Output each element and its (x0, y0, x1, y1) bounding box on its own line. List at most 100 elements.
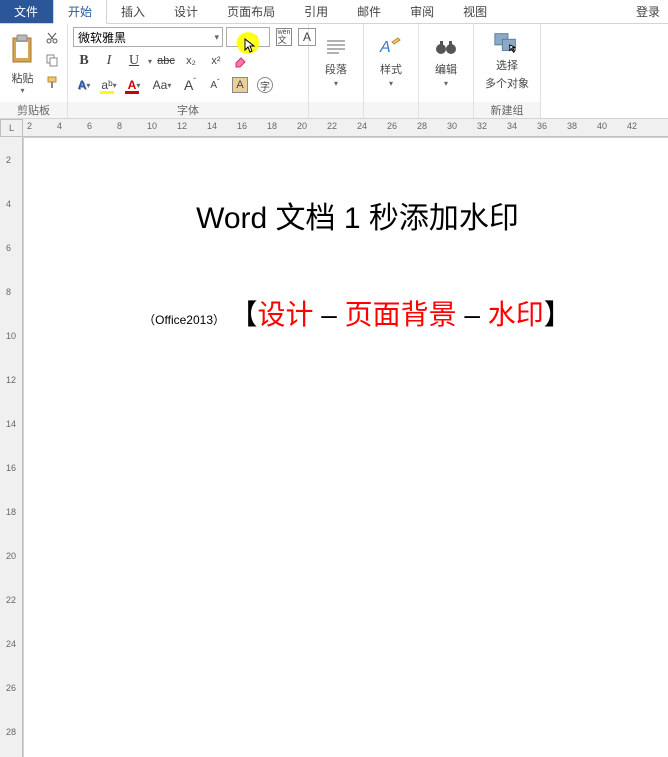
strike-button[interactable]: abc (155, 51, 177, 71)
tab-design[interactable]: 设计 (160, 0, 213, 23)
ribbon-tabs: 文件 开始 插入 设计 页面布局 引用 邮件 审阅 视图 登录 (0, 0, 668, 24)
font-color-button[interactable]: A▾ (123, 75, 145, 95)
login-link[interactable]: 登录 (636, 0, 660, 24)
doc-red-3: 水印 (488, 299, 544, 330)
case-glyph: Aa (153, 78, 168, 92)
clipboard-icon (7, 34, 39, 66)
group-font: 微软雅黑 一▾ wén文 A B I U ▾ abc x₂ x² A▾ aᵇ▾ (68, 24, 309, 118)
styles-icon: A (377, 35, 405, 59)
paragraph-button[interactable]: 段落 ▾ (314, 27, 358, 95)
select-multiple-button[interactable]: 选择 多个对象 (479, 27, 535, 95)
chevron-down-icon: ▾ (253, 33, 257, 42)
chevron-down-icon: ▾ (113, 81, 117, 90)
highlight-glyph: aᵇ (101, 78, 112, 92)
ruler-tick: 20 (297, 121, 307, 131)
font-name-combo[interactable]: 微软雅黑 (73, 27, 223, 47)
group-editing: 编辑 ▾ (419, 24, 474, 118)
phonetic-guide-button[interactable]: wén文 (273, 27, 295, 47)
styles-label: 样式 (380, 61, 402, 77)
ruler-tick: 16 (237, 121, 247, 131)
shrink-font-button[interactable]: Aˇ (204, 75, 226, 95)
horizontal-ruler[interactable]: 24681012141618202224262830323436384042 (23, 119, 668, 137)
tab-insert[interactable]: 插入 (107, 0, 160, 23)
ruler-tick: 32 (477, 121, 487, 131)
ruler-tick: 8 (117, 121, 122, 131)
document-page[interactable]: Word 文档 1 秒添加水印 （Office2013） 【设计 – 页面背景 … (47, 143, 668, 757)
ruler-tick: 26 (6, 683, 16, 693)
text-effects-button[interactable]: A▾ (73, 75, 95, 95)
ruler-tick: 14 (6, 419, 16, 429)
clear-format-button[interactable] (230, 51, 252, 71)
chevron-down-icon: ▾ (20, 86, 24, 95)
font-size-combo[interactable]: 一▾ (226, 27, 270, 47)
italic-button[interactable]: I (98, 51, 120, 71)
group-label-editing (419, 102, 473, 118)
superscript-button[interactable]: x² (205, 51, 227, 71)
doc-dash-1: – (313, 299, 344, 330)
underline-button[interactable]: U (123, 51, 145, 71)
enclose-char-button[interactable]: 字 (254, 75, 276, 95)
ruler-tick: 42 (627, 121, 637, 131)
select-label-1: 选择 (496, 57, 518, 73)
ruler-tick: 30 (447, 121, 457, 131)
ruler-tick: 38 (567, 121, 577, 131)
font-color-bar (125, 91, 139, 94)
ruler-tick: 4 (57, 121, 62, 131)
ruler-tick: 14 (207, 121, 217, 131)
group-label-styles (364, 102, 418, 118)
bold-button[interactable]: B (73, 51, 95, 71)
tab-references[interactable]: 引用 (290, 0, 343, 23)
paste-button[interactable]: 粘贴 ▾ (5, 27, 40, 95)
binoculars-icon (432, 35, 460, 59)
chevron-down-icon[interactable]: ▾ (148, 57, 152, 66)
ruler-corner[interactable]: L (0, 119, 23, 137)
cut-button[interactable] (42, 29, 62, 47)
tab-view[interactable]: 视图 (449, 0, 502, 23)
ruler-tick: 12 (6, 375, 16, 385)
editing-button[interactable]: 编辑 ▾ (424, 27, 468, 95)
styles-button[interactable]: A 样式 ▾ (369, 27, 413, 95)
group-label-paragraph (309, 102, 363, 118)
ruler-tick: 40 (597, 121, 607, 131)
page-viewport[interactable]: Word 文档 1 秒添加水印 （Office2013） 【设计 – 页面背景 … (23, 137, 668, 757)
ruler-tick: 2 (27, 121, 32, 131)
tab-home[interactable]: 开始 (53, 0, 107, 24)
svg-text:A: A (379, 39, 391, 56)
grow-font-button[interactable]: Aˆ (179, 75, 201, 95)
ruler-tick: 8 (6, 287, 11, 297)
highlight-button[interactable]: aᵇ▾ (98, 75, 120, 95)
tab-file[interactable]: 文件 (0, 0, 53, 23)
group-new: 选择 多个对象 新建组 (474, 24, 541, 118)
ruler-tick: 28 (417, 121, 427, 131)
tab-review[interactable]: 审阅 (396, 0, 449, 23)
vertical-ruler[interactable]: 246810121416182022242628 (0, 137, 23, 757)
format-painter-button[interactable] (42, 73, 62, 91)
highlight-color-bar (100, 91, 114, 94)
ruler-tick: 6 (6, 243, 11, 253)
chevron-down-icon: ▾ (136, 81, 140, 90)
ruler-tick: 22 (327, 121, 337, 131)
doc-red-2: 页面背景 (345, 299, 457, 330)
editing-label: 编辑 (435, 61, 457, 77)
paste-label: 粘贴 (12, 70, 34, 86)
group-label-font: 字体 (68, 102, 308, 118)
copy-button[interactable] (42, 51, 62, 69)
ruler-tick: 10 (6, 331, 16, 341)
ruler-tick: 2 (6, 155, 11, 165)
doc-bracket-left: 【 (229, 299, 257, 330)
ruler-tick: 24 (357, 121, 367, 131)
shading-glyph: A (232, 77, 248, 93)
chevron-down-icon: ▾ (444, 79, 448, 88)
select-objects-icon (493, 31, 521, 55)
document-area: 246810121416182022242628 Word 文档 1 秒添加水印… (0, 137, 668, 757)
subscript-button[interactable]: x₂ (180, 51, 202, 71)
doc-dash-2: – (457, 299, 488, 330)
char-shading-button[interactable]: A (229, 75, 251, 95)
enclose-glyph: 字 (257, 77, 273, 93)
chevron-down-icon: ▾ (86, 81, 90, 90)
tab-mailings[interactable]: 邮件 (343, 0, 396, 23)
ruler-tick: 28 (6, 727, 16, 737)
tab-page-layout[interactable]: 页面布局 (213, 0, 290, 23)
change-case-button[interactable]: Aa▾ (148, 75, 176, 95)
ruler-tick: 36 (537, 121, 547, 131)
